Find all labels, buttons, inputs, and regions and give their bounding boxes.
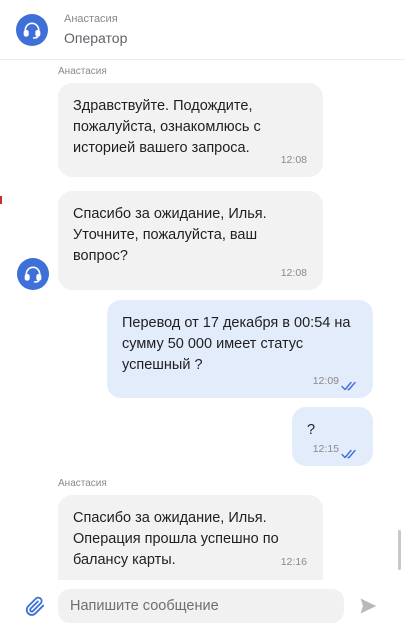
operator-name: Анастасия bbox=[64, 13, 118, 25]
headset-icon bbox=[24, 266, 42, 283]
message-text: Спасибо за ожидание, Илья. Операция прош… bbox=[73, 510, 279, 568]
message-time: 12:08 bbox=[280, 267, 307, 279]
double-check-icon bbox=[341, 381, 356, 391]
message-incoming: Здравствуйте. Подождите, пожалуйста, озн… bbox=[58, 83, 323, 177]
operator-avatar bbox=[17, 258, 49, 290]
message-sender: Анастасия bbox=[58, 478, 107, 489]
message-input[interactable] bbox=[58, 589, 344, 623]
operator-avatar bbox=[16, 14, 48, 46]
message-text: Спасибо за ожидание, Илья. Уточните, пож… bbox=[73, 206, 267, 264]
paperclip-icon bbox=[25, 596, 45, 616]
message-time: 12:09 bbox=[312, 375, 339, 387]
message-incoming: Спасибо за ожидание, Илья. Операция прош… bbox=[58, 495, 323, 580]
message-list[interactable]: Анастасия Здравствуйте. Подождите, пожал… bbox=[0, 60, 405, 580]
scrollbar-thumb[interactable] bbox=[398, 530, 401, 570]
attach-button[interactable] bbox=[22, 593, 48, 619]
headset-icon bbox=[23, 22, 41, 39]
message-outgoing: ? 12:15 bbox=[292, 407, 373, 466]
send-button[interactable] bbox=[356, 594, 380, 618]
message-sender: Анастасия bbox=[58, 66, 107, 77]
send-icon bbox=[360, 598, 377, 614]
message-text: Перевод от 17 декабря в 00:54 на сумму 5… bbox=[122, 315, 351, 373]
message-text: ? bbox=[307, 422, 316, 438]
message-outgoing: Перевод от 17 декабря в 00:54 на сумму 5… bbox=[107, 300, 373, 398]
chat-header: Анастасия Оператор bbox=[0, 0, 405, 60]
message-time: 12:16 bbox=[280, 556, 307, 568]
message-time: 12:08 bbox=[280, 154, 307, 166]
message-composer bbox=[0, 580, 405, 634]
edge-mark bbox=[0, 196, 2, 204]
message-text: Здравствуйте. Подождите, пожалуйста, озн… bbox=[73, 98, 261, 156]
message-incoming: Спасибо за ожидание, Илья. Уточните, пож… bbox=[58, 191, 323, 290]
operator-role: Оператор bbox=[64, 30, 128, 46]
double-check-icon bbox=[341, 449, 356, 459]
message-time: 12:15 bbox=[312, 443, 339, 455]
